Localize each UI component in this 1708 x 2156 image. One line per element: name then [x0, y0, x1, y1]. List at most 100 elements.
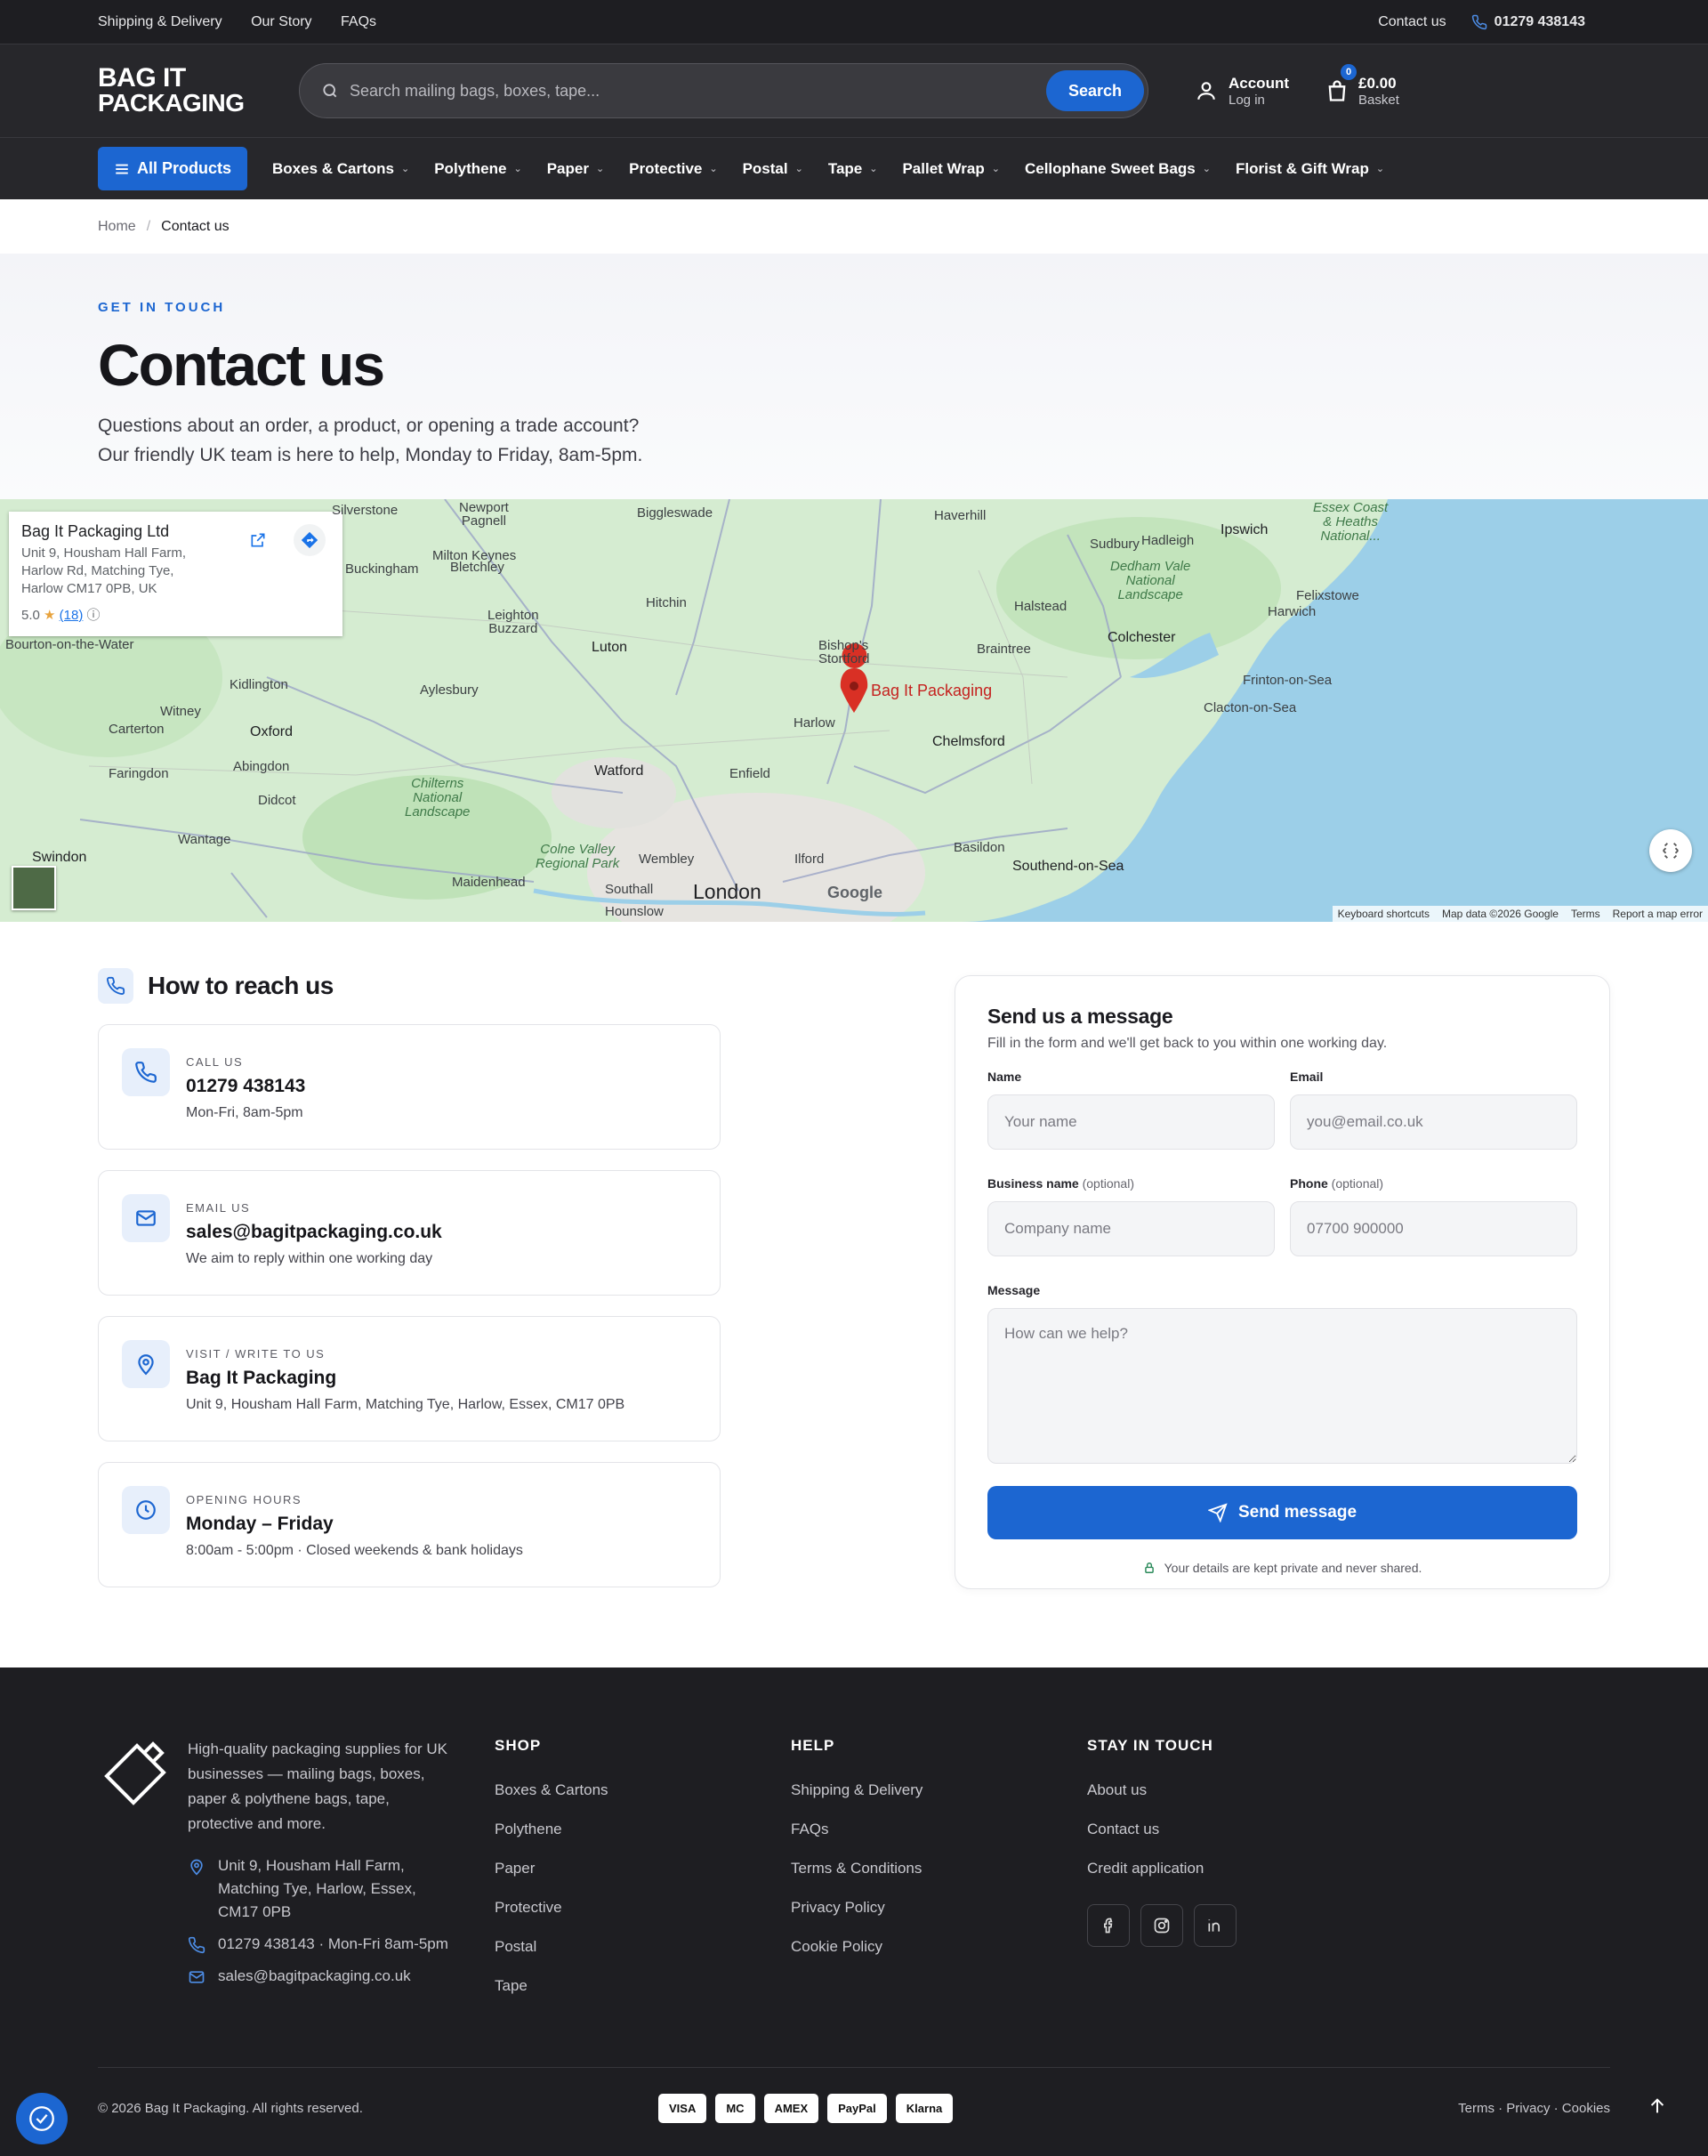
footer-link[interactable]: Contact us: [1087, 1821, 1237, 1838]
map-footer-link[interactable]: Report a map error: [1613, 908, 1703, 920]
map-pin-label[interactable]: Bag It Packaging: [871, 682, 992, 700]
map-label: Luton: [592, 640, 628, 655]
review-count-link[interactable]: (18): [60, 608, 84, 623]
footer-address: Unit 9, Housham Hall Farm, Matching Tye,…: [188, 1854, 455, 1924]
map-label: Abingdon: [233, 759, 290, 774]
call-us-card[interactable]: CALL US 01279 438143 Mon-Fri, 8am-5pm: [98, 1024, 721, 1150]
map-label: Sudbury: [1090, 537, 1140, 552]
map-label: Harwich: [1268, 604, 1317, 619]
top-link-shipping[interactable]: Shipping & Delivery: [98, 14, 222, 29]
basket-link[interactable]: 0 £0.00 Basket: [1325, 63, 1399, 108]
footer-link[interactable]: Terms & Conditions: [791, 1860, 922, 1877]
card-label: VISIT / WRITE TO US: [186, 1347, 326, 1361]
map-label: Silverstone: [332, 503, 399, 518]
business-label-text: Business name: [987, 1176, 1079, 1191]
send-icon: [1207, 1503, 1228, 1522]
footer-phone[interactable]: 01279 438143 · Mon-Fri 8am-5pm: [188, 1933, 455, 1956]
nav-pallet-wrap[interactable]: Pallet Wrap ⌄: [902, 160, 1000, 178]
chevron-down-icon: ⌄: [991, 164, 1000, 174]
phone-label-text: Phone: [1290, 1176, 1328, 1191]
copyright: © 2026 Bag It Packaging. All rights rese…: [98, 2101, 363, 2116]
map-place-address: Unit 9, Housham Hall Farm, Harlow Rd, Ma…: [21, 545, 199, 598]
name-field[interactable]: [987, 1094, 1275, 1150]
nav-polythene[interactable]: Polythene ⌄: [434, 160, 521, 178]
map-pin-icon: [138, 1354, 154, 1376]
nav-florist-gift-wrap[interactable]: Florist & Gift Wrap ⌄: [1236, 160, 1384, 178]
search-input[interactable]: [350, 81, 1046, 101]
business-name-field[interactable]: [987, 1201, 1275, 1256]
legal-links[interactable]: Terms · Privacy · Cookies: [1458, 2101, 1610, 2116]
open-in-maps-button[interactable]: [242, 524, 274, 556]
payment-badge-mc: MC: [715, 2094, 755, 2123]
map-footer-link[interactable]: Keyboard shortcuts: [1338, 908, 1430, 920]
info-icon[interactable]: ⓘ: [87, 608, 101, 623]
footer-link[interactable]: Credit application: [1087, 1860, 1237, 1877]
footer-link[interactable]: Polythene: [495, 1821, 608, 1838]
back-to-top-button[interactable]: [1648, 2096, 1667, 2120]
visit-us-card[interactable]: VISIT / WRITE TO US Bag It Packaging Uni…: [98, 1316, 721, 1441]
nav-boxes-cartons[interactable]: Boxes & Cartons ⌄: [272, 160, 409, 178]
satellite-toggle[interactable]: [12, 866, 56, 910]
footer-link[interactable]: About us: [1087, 1781, 1237, 1799]
map-label: Chelmsford: [932, 734, 1005, 749]
footer-link[interactable]: Boxes & Cartons: [495, 1781, 608, 1799]
hero-eyebrow: GET IN TOUCH: [98, 300, 226, 315]
footer-link[interactable]: Protective: [495, 1899, 608, 1917]
footer-link[interactable]: Tape: [495, 1977, 608, 1995]
email-field[interactable]: [1290, 1094, 1577, 1150]
page-title: Contact us: [98, 332, 385, 398]
nav-cellophane-sweet-bags[interactable]: Cellophane Sweet Bags ⌄: [1025, 160, 1211, 178]
map-label: Harlow: [794, 715, 835, 731]
send-message-button[interactable]: Send message: [987, 1486, 1577, 1539]
all-products-button[interactable]: All Products: [98, 147, 248, 190]
contact-section: How to reach us CALL US 01279 438143 Mon…: [0, 922, 1708, 1669]
phone-field[interactable]: [1290, 1201, 1577, 1256]
nav-label: Postal: [742, 159, 788, 177]
map-label: Essex Coast & Heaths National...: [1313, 501, 1388, 544]
name-label: Name: [987, 1070, 1022, 1084]
footer-divider: [98, 2067, 1610, 2068]
top-link-contact[interactable]: Contact us: [1378, 14, 1446, 30]
hero-intro: Questions about an order, a product, or …: [98, 411, 738, 470]
linkedin-button[interactable]: [1194, 1904, 1237, 1947]
account-link[interactable]: Account Log in: [1195, 75, 1289, 108]
footer-link[interactable]: Cookie Policy: [791, 1938, 922, 1956]
footer-email[interactable]: sales@bagitpackaging.co.uk: [188, 1965, 455, 1988]
google-logo: Google: [827, 884, 882, 901]
card-subtext: We aim to reply within one working day: [186, 1251, 433, 1266]
message-field[interactable]: [987, 1308, 1577, 1464]
hero-intro-line1: Questions about an order, a product, or …: [98, 416, 640, 436]
search-button[interactable]: Search: [1046, 70, 1144, 111]
nav-tape[interactable]: Tape ⌄: [828, 160, 878, 178]
cookie-settings-button[interactable]: [16, 2093, 68, 2144]
top-link-our-story[interactable]: Our Story: [251, 14, 311, 29]
location-map[interactable]: Bag It Packaging Ltd Unit 9, Housham Hal…: [0, 499, 1708, 922]
star-icon: ★: [44, 608, 56, 623]
map-label: Kidlington: [230, 677, 288, 692]
nav-protective[interactable]: Protective ⌄: [629, 160, 717, 178]
map-label: Colchester: [1108, 630, 1176, 645]
directions-button[interactable]: [294, 524, 326, 556]
map-footer-link[interactable]: Terms: [1571, 908, 1600, 920]
facebook-button[interactable]: [1087, 1904, 1130, 1947]
card-value: sales@bagitpackaging.co.uk: [186, 1222, 442, 1242]
map-label-text: Landscape: [1117, 587, 1183, 602]
footer-link[interactable]: Privacy Policy: [791, 1899, 922, 1917]
breadcrumb-home[interactable]: Home: [98, 219, 136, 235]
footer-link[interactable]: FAQs: [791, 1821, 922, 1838]
footer-link[interactable]: Shipping & Delivery: [791, 1781, 922, 1799]
nav-paper[interactable]: Paper ⌄: [547, 160, 604, 178]
account-login: Log in: [1229, 92, 1265, 108]
nav-postal[interactable]: Postal ⌄: [743, 160, 803, 178]
email-us-card[interactable]: EMAIL US sales@bagitpackaging.co.uk We a…: [98, 1170, 721, 1296]
instagram-button[interactable]: [1140, 1904, 1183, 1947]
fullscreen-button[interactable]: [1649, 829, 1692, 872]
footer-address-text: Unit 9, Housham Hall Farm, Matching Tye,…: [218, 1857, 416, 1920]
map-label: Faringdon: [109, 766, 169, 781]
top-phone-link[interactable]: 01279 438143: [1471, 14, 1585, 30]
site-logo[interactable]: BAG IT PACKAGING: [98, 65, 276, 115]
basket-label: Basket: [1358, 92, 1399, 108]
footer-link[interactable]: Paper: [495, 1860, 608, 1877]
footer-link[interactable]: Postal: [495, 1938, 608, 1956]
top-link-faqs[interactable]: FAQs: [341, 14, 376, 29]
